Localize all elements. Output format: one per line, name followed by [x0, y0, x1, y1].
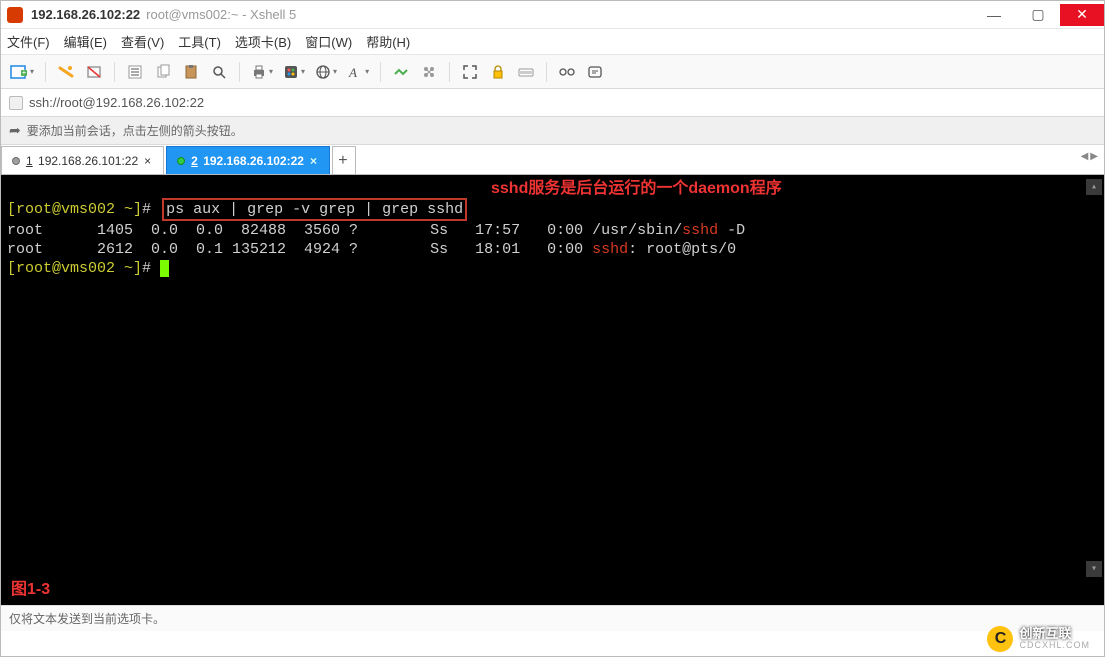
session-icon	[9, 96, 23, 110]
compose-button[interactable]	[583, 60, 607, 84]
terminal-hash: #	[142, 260, 151, 277]
watermark-en: CDCXHL.COM	[1019, 641, 1090, 651]
svg-text:+: +	[22, 68, 27, 77]
chevron-down-icon: ▾	[333, 67, 337, 76]
tab-number: 2	[191, 154, 198, 168]
terminal-prompt: [root@vms002 ~]	[7, 201, 142, 218]
arrow-icon[interactable]: ➦	[9, 122, 21, 139]
status-dot-idle	[12, 157, 20, 165]
chevron-down-icon: ▾	[30, 67, 34, 76]
window-title-main: 192.168.26.102:22	[31, 7, 140, 22]
app-icon	[7, 7, 23, 23]
menu-tools[interactable]: 工具(T)	[178, 32, 221, 51]
lock-button[interactable]	[486, 60, 510, 84]
addressbar[interactable]: ssh://root@192.168.26.102:22	[1, 89, 1104, 117]
tab-close-icon[interactable]: ×	[144, 154, 151, 168]
toolbar-separator	[114, 62, 115, 82]
xftp-button[interactable]	[389, 60, 413, 84]
chevron-right-icon[interactable]: ▶	[1090, 151, 1098, 162]
tab-close-icon[interactable]: ×	[310, 154, 317, 168]
terminal-prompt: [root@vms002 ~]	[7, 260, 142, 277]
print-button[interactable]: ▾	[248, 60, 276, 84]
scroll-down-icon[interactable]: ▾	[1086, 561, 1102, 577]
hint-text: 要添加当前会话，点击左侧的箭头按钮。	[27, 122, 243, 139]
watermark-logo: C	[987, 626, 1013, 652]
color-scheme-button[interactable]: ▾	[280, 60, 308, 84]
font-button[interactable]: A ▾	[344, 60, 372, 84]
chevron-down-icon: ▾	[365, 67, 369, 76]
menubar: 文件(F) 编辑(E) 查看(V) 工具(T) 选项卡(B) 窗口(W) 帮助(…	[1, 29, 1104, 55]
terminal-match-sshd: sshd	[682, 222, 718, 239]
svg-text:A: A	[348, 65, 357, 80]
encoding-button[interactable]: ▾	[312, 60, 340, 84]
tab-label: 192.168.26.101:22	[38, 154, 138, 168]
chevron-down-icon: ▾	[301, 67, 305, 76]
toolbar-separator	[239, 62, 240, 82]
chevron-left-icon[interactable]: ◀	[1081, 151, 1089, 162]
minimize-button[interactable]: —	[972, 4, 1016, 26]
menu-window[interactable]: 窗口(W)	[305, 32, 352, 51]
new-tab-button[interactable]: +	[332, 146, 356, 174]
keyboard-button[interactable]	[514, 60, 538, 84]
chevron-down-icon: ▾	[269, 67, 273, 76]
find-button[interactable]	[207, 60, 231, 84]
toolbar-separator	[546, 62, 547, 82]
paste-button[interactable]	[179, 60, 203, 84]
terminal-output-line: -D	[718, 222, 745, 239]
watermark-cn: 创新互联	[1019, 627, 1090, 641]
menu-help[interactable]: 帮助(H)	[366, 32, 410, 51]
address-text: ssh://root@192.168.26.102:22	[29, 95, 204, 110]
menu-tabs[interactable]: 选项卡(B)	[235, 32, 291, 51]
scroll-up-icon[interactable]: ▴	[1086, 179, 1102, 195]
titlebar: 192.168.26.102:22 root@vms002:~ - Xshell…	[1, 1, 1104, 29]
tab-label: 192.168.26.102:22	[203, 154, 304, 168]
tab-session-1[interactable]: 1 192.168.26.101:22 ×	[1, 146, 164, 174]
copy-button[interactable]	[151, 60, 175, 84]
figure-label: 图1-3	[11, 580, 50, 599]
toolbar-separator	[380, 62, 381, 82]
statusbar: 仅将文本发送到当前选项卡。	[1, 605, 1104, 631]
tabstrip: 1 192.168.26.101:22 × 2 192.168.26.102:2…	[1, 145, 1104, 175]
terminal-hash: #	[142, 201, 151, 218]
statusbar-text: 仅将文本发送到当前选项卡。	[9, 610, 165, 627]
toolbar: + ▾ ▾ ▾ ▾ A ▾	[1, 55, 1104, 89]
tab-number: 1	[26, 154, 33, 168]
tab-scroll-controls: ◀ ▶	[1081, 151, 1098, 162]
terminal-cursor	[160, 260, 169, 277]
terminal-output-line: : root@pts/0	[628, 241, 736, 258]
menu-file[interactable]: 文件(F)	[7, 32, 50, 51]
open-session-button[interactable]: + ▾	[7, 60, 37, 84]
maximize-button[interactable]: ▢	[1016, 4, 1060, 26]
sessions-button[interactable]	[417, 60, 441, 84]
tab-session-2[interactable]: 2 192.168.26.102:22 ×	[166, 146, 330, 174]
toolbar-separator	[449, 62, 450, 82]
terminal-match-sshd: sshd	[592, 241, 628, 258]
close-button[interactable]: ✕	[1060, 4, 1104, 26]
window-controls: — ▢ ✕	[972, 4, 1104, 26]
watermark: C 创新互联 CDCXHL.COM	[987, 626, 1090, 652]
terminal-annotation: sshd服务是后台运行的一个daemon程序	[491, 179, 782, 198]
terminal-command-highlight: ps aux | grep -v grep | grep sshd	[162, 198, 467, 221]
toolbar-separator	[45, 62, 46, 82]
hintbar: ➦ 要添加当前会话，点击左侧的箭头按钮。	[1, 117, 1104, 145]
menu-view[interactable]: 查看(V)	[121, 32, 164, 51]
terminal-scrollbar[interactable]: ▴ ▾	[1086, 179, 1102, 577]
disconnect-button[interactable]	[82, 60, 106, 84]
menu-edit[interactable]: 编辑(E)	[64, 32, 107, 51]
terminal[interactable]: [root@vms002 ~]# ps aux | grep -v grep |…	[1, 175, 1104, 605]
window-title-sub: root@vms002:~ - Xshell 5	[146, 7, 296, 22]
help-button[interactable]	[555, 60, 579, 84]
reconnect-button[interactable]	[54, 60, 78, 84]
terminal-output-line: root 1405 0.0 0.0 82488 3560 ? Ss 17:57 …	[7, 222, 682, 239]
properties-button[interactable]	[123, 60, 147, 84]
terminal-output-line: root 2612 0.0 0.1 135212 4924 ? Ss 18:01…	[7, 241, 592, 258]
status-dot-connected	[177, 157, 185, 165]
fullscreen-button[interactable]	[458, 60, 482, 84]
